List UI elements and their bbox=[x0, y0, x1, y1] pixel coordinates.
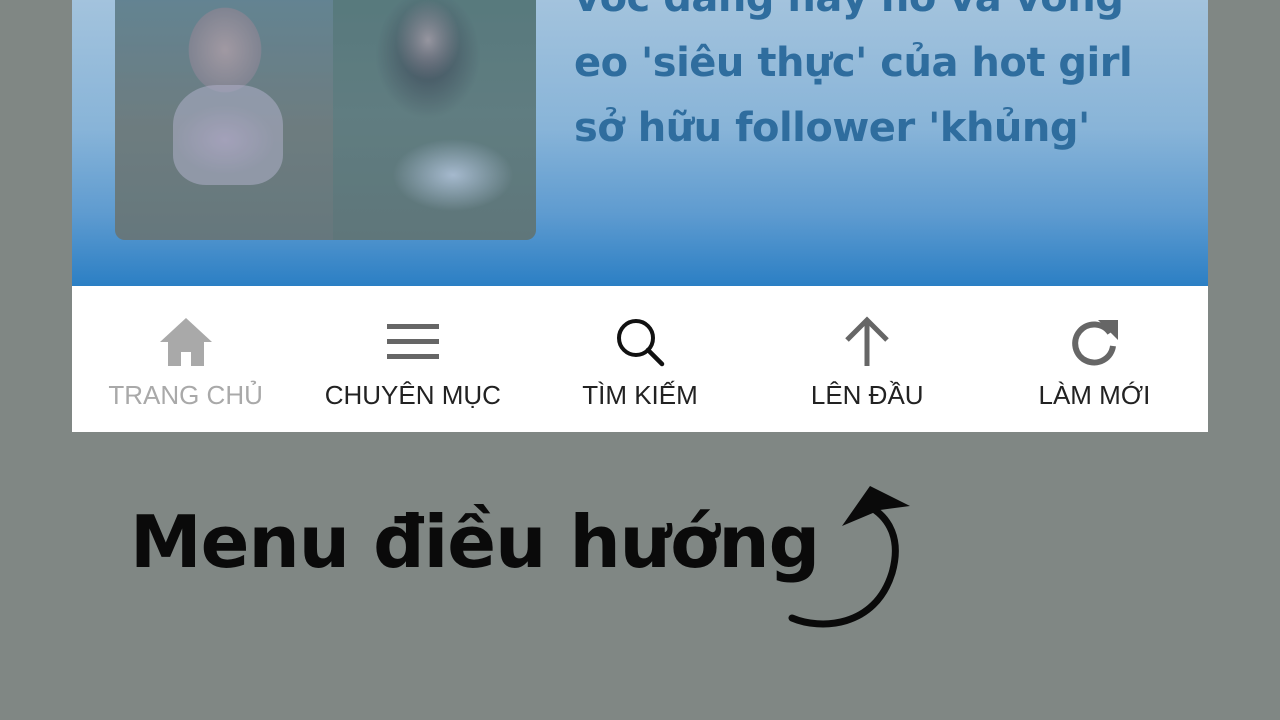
nav-item-categories[interactable]: CHUYÊN MỤC bbox=[299, 286, 526, 432]
thumbnail-overlay bbox=[115, 0, 536, 240]
nav-item-search[interactable]: TÌM KIẾM bbox=[526, 286, 753, 432]
bottom-navigation-bar: TRANG CHỦ CHUYÊN MỤC TÌM KIẾM LÊN ĐẦU LÀ… bbox=[72, 286, 1208, 432]
page: vóc dáng nảy nở và vòng eo 'siêu thực' c… bbox=[0, 0, 1280, 720]
article-card[interactable]: vóc dáng nảy nở và vòng eo 'siêu thực' c… bbox=[72, 0, 1208, 286]
refresh-icon bbox=[1064, 312, 1124, 372]
headline-line-3: sở hữu follower 'khủng' bbox=[574, 105, 1090, 151]
nav-label-categories: CHUYÊN MỤC bbox=[324, 380, 501, 410]
headline-line-1: vóc dáng nảy nở và vòng bbox=[574, 0, 1124, 21]
article-headline[interactable]: vóc dáng nảy nở và vòng eo 'siêu thực' c… bbox=[574, 0, 1174, 161]
menu-icon bbox=[383, 312, 443, 372]
article-thumbnail[interactable] bbox=[115, 0, 536, 240]
nav-item-refresh[interactable]: LÀM MỚI bbox=[981, 286, 1208, 432]
nav-label-search: TÌM KIẾM bbox=[582, 380, 698, 410]
headline-line-2: eo 'siêu thực' của hot girl bbox=[574, 40, 1133, 86]
curved-arrow-icon bbox=[788, 486, 910, 628]
search-icon bbox=[610, 312, 670, 372]
nav-label-home: TRANG CHỦ bbox=[108, 380, 263, 410]
annotation-caption: Menu điều hướng bbox=[130, 500, 820, 584]
nav-item-back-to-top[interactable]: LÊN ĐẦU bbox=[754, 286, 981, 432]
nav-item-home[interactable]: TRANG CHỦ bbox=[72, 286, 299, 432]
nav-label-refresh: LÀM MỚI bbox=[1038, 380, 1151, 410]
nav-label-back-to-top: LÊN ĐẦU bbox=[810, 380, 924, 410]
home-icon bbox=[156, 312, 216, 372]
arrow-up-icon bbox=[837, 312, 897, 372]
